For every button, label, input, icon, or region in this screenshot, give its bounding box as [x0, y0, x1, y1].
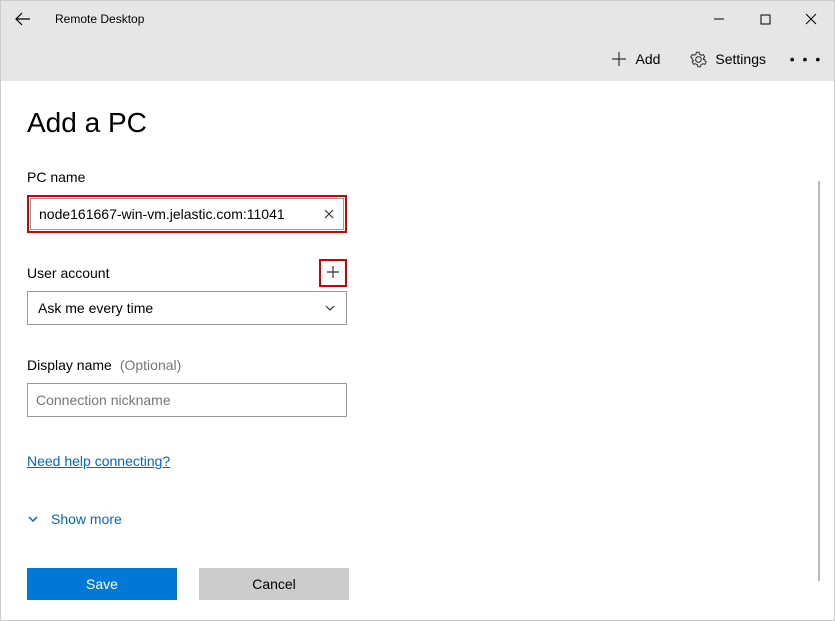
page-title: Add a PC [27, 107, 808, 139]
show-more-toggle[interactable]: Show more [27, 511, 347, 527]
pc-name-input[interactable] [30, 198, 344, 230]
arrow-left-icon [15, 11, 31, 27]
pc-name-highlight [27, 195, 347, 233]
save-button[interactable]: Save [27, 568, 177, 600]
button-row: Save Cancel [27, 568, 349, 600]
window-controls [696, 1, 834, 37]
maximize-button[interactable] [742, 1, 788, 37]
gear-icon [690, 51, 707, 68]
help-row: Need help connecting? [27, 453, 347, 469]
plus-icon [326, 265, 340, 279]
user-account-select[interactable]: Ask me every time [27, 291, 347, 325]
plus-icon [611, 51, 627, 67]
close-icon [805, 13, 817, 25]
add-account-button[interactable] [322, 261, 344, 283]
window-title: Remote Desktop [45, 12, 144, 26]
scrollbar[interactable] [818, 181, 820, 581]
titlebar: Remote Desktop Add Settings • • • [1, 1, 834, 81]
display-name-label: Display name(Optional) [27, 357, 181, 373]
chevron-down-icon [324, 302, 336, 314]
display-name-section: Display name(Optional) [27, 353, 347, 417]
settings-label: Settings [715, 51, 766, 67]
minimize-icon [713, 13, 725, 25]
user-account-section: User account Ask me every time [27, 261, 347, 325]
back-button[interactable] [1, 1, 45, 37]
toolbar: Add Settings • • • [1, 37, 834, 81]
settings-button[interactable]: Settings [680, 45, 776, 74]
user-account-label: User account [27, 265, 109, 281]
user-account-value: Ask me every time [38, 300, 153, 316]
titlebar-top: Remote Desktop [1, 1, 834, 37]
pc-name-section: PC name [27, 165, 347, 233]
display-name-input[interactable] [27, 383, 347, 417]
chevron-down-icon [27, 513, 39, 525]
add-button[interactable]: Add [601, 45, 670, 73]
ellipsis-icon: • • • [790, 51, 822, 67]
x-icon [324, 209, 334, 219]
show-more-label: Show more [51, 511, 122, 527]
content-area: Add a PC PC name User account [1, 81, 834, 620]
minimize-button[interactable] [696, 1, 742, 37]
add-account-highlight [319, 259, 347, 287]
help-link[interactable]: Need help connecting? [27, 453, 170, 469]
cancel-button[interactable]: Cancel [199, 568, 349, 600]
form-area: PC name User account [27, 165, 347, 527]
more-button[interactable]: • • • [786, 39, 826, 79]
pc-name-label: PC name [27, 169, 85, 185]
optional-hint: (Optional) [120, 357, 181, 373]
clear-input-button[interactable] [324, 209, 334, 219]
maximize-icon [760, 14, 771, 25]
add-label: Add [635, 51, 660, 67]
close-window-button[interactable] [788, 1, 834, 37]
